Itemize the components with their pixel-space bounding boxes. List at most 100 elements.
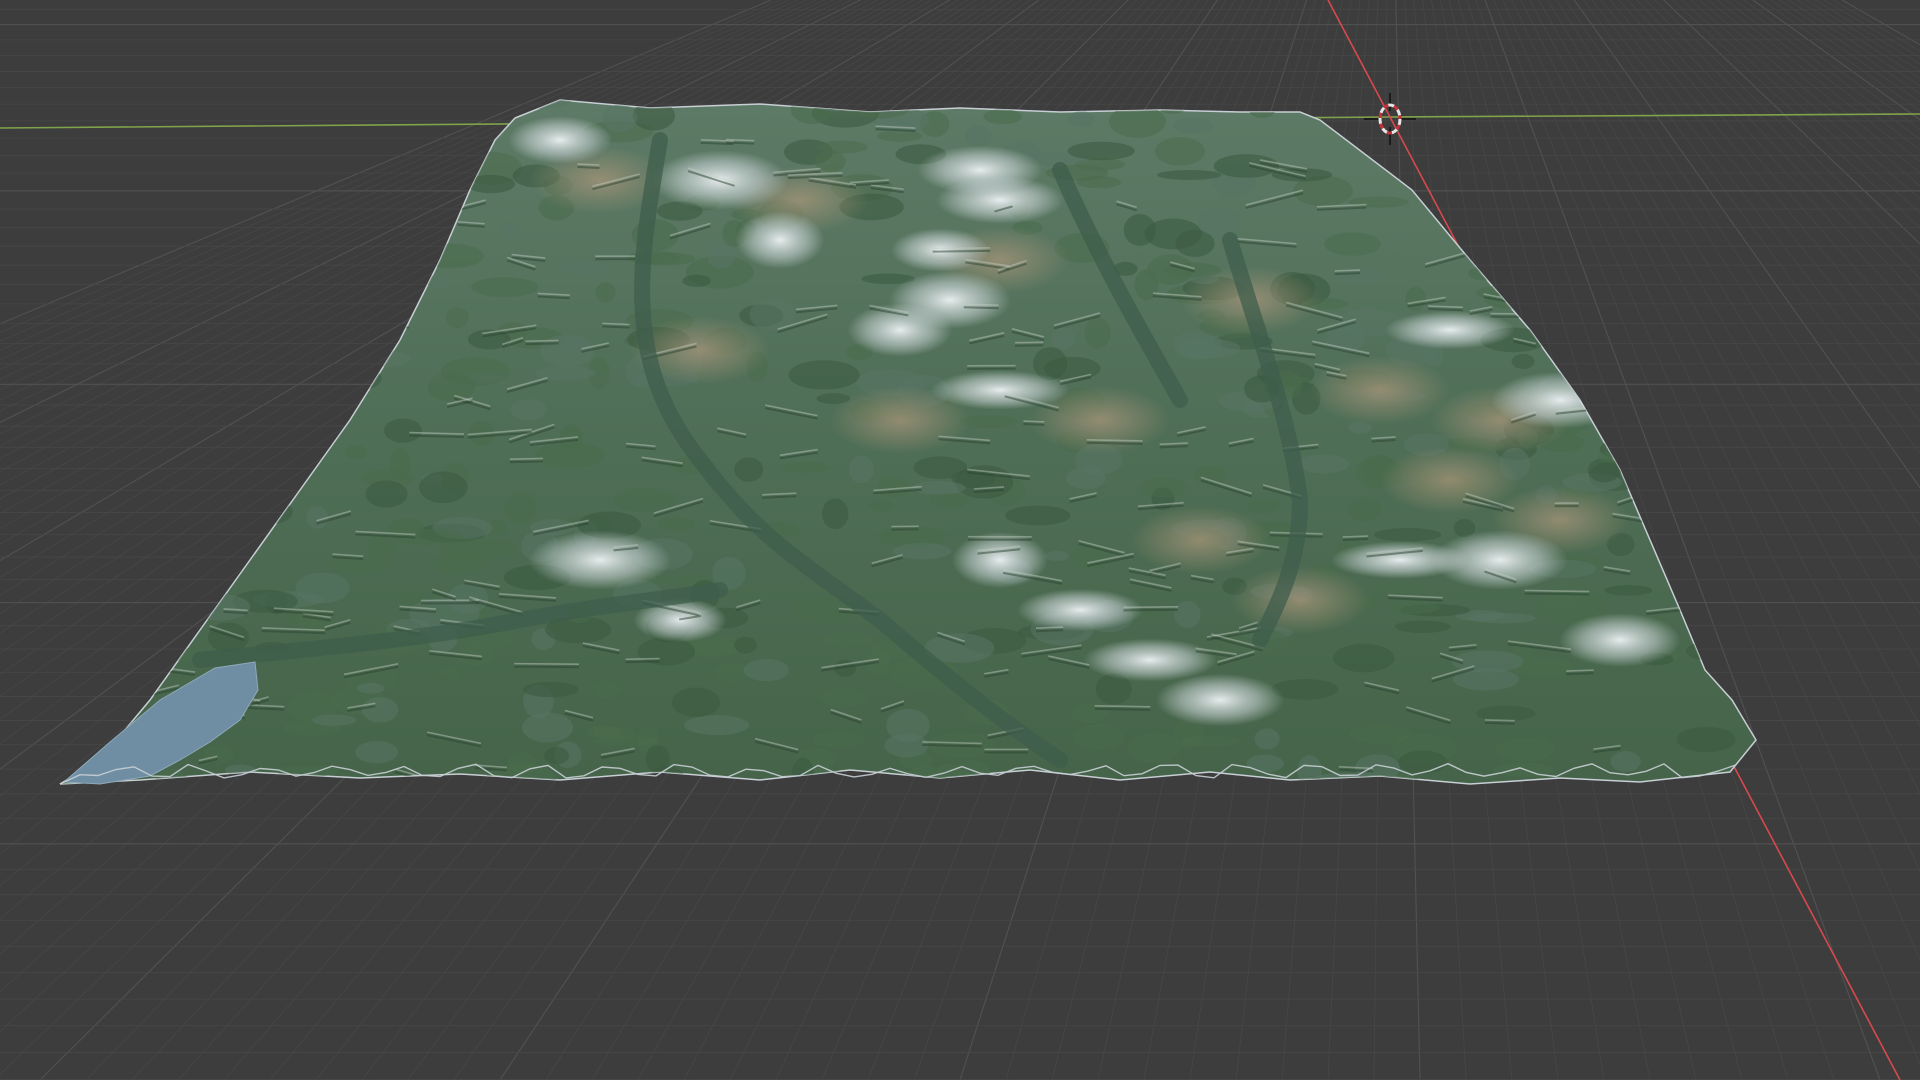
forest-patch — [499, 221, 520, 237]
forest-patch — [1718, 659, 1756, 685]
ridge-shadow — [1036, 629, 1064, 633]
forest-patch — [250, 223, 274, 239]
ridge-highlight — [1094, 705, 1151, 708]
ridge-highlight — [1530, 270, 1580, 281]
ridge-highlight — [932, 247, 991, 250]
grid-line — [1761, 0, 1920, 112]
grid-line — [1841, 0, 1920, 46]
ridge-shadow — [1674, 259, 1732, 264]
forest-patch — [1297, 755, 1322, 784]
forest-patch — [200, 408, 225, 426]
forest-patch — [297, 426, 327, 459]
ridge-highlight — [1687, 483, 1726, 495]
forest-patch — [602, 104, 638, 133]
ridge-highlight — [182, 131, 206, 134]
forest-patch — [61, 175, 108, 204]
ridge-highlight — [1123, 606, 1179, 609]
forest-patch — [344, 445, 368, 459]
forest-patch — [781, 461, 829, 473]
ridge-shadow — [1593, 148, 1643, 156]
forest-patch — [485, 763, 556, 784]
forest-patch — [1123, 214, 1156, 246]
ridge-shadow — [161, 230, 205, 239]
ridge-shadow — [1676, 522, 1700, 528]
forest-patch — [340, 212, 387, 234]
forest-patch — [1405, 286, 1426, 312]
forest-patch — [1664, 261, 1735, 283]
forest-patch — [115, 555, 150, 589]
ridge-highlight — [234, 497, 276, 504]
ridge-shadow — [377, 180, 443, 185]
forest-patch — [819, 687, 866, 708]
ridge-shadow — [1687, 486, 1726, 498]
forest-patch — [813, 731, 866, 749]
ridge-highlight — [625, 657, 660, 661]
terrain-mesh[interactable] — [32, 87, 1779, 803]
forest-patch — [369, 534, 395, 562]
forest-patch — [190, 176, 250, 208]
forest-patch — [192, 179, 226, 190]
ridge-shadow — [133, 326, 158, 335]
grid-line — [1770, 0, 1920, 103]
forest-patch — [132, 265, 181, 289]
forest-patch — [1678, 580, 1713, 608]
ridge-highlight — [514, 662, 579, 666]
forest-patch — [707, 244, 735, 269]
ridge-shadow — [1475, 189, 1534, 203]
forest-patch — [1586, 184, 1622, 206]
ridge-shadow — [602, 325, 630, 329]
3d-viewport[interactable] — [0, 0, 1920, 1080]
forest-patch — [1197, 206, 1242, 237]
snow-peak — [935, 176, 1065, 224]
forest-patch — [355, 741, 399, 764]
forest-patch — [260, 100, 283, 122]
ridge-shadow — [223, 610, 248, 615]
forest-patch — [929, 492, 969, 509]
grid-line — [1815, 0, 1920, 65]
ridge-highlight — [963, 303, 999, 307]
forest-patch — [504, 491, 537, 525]
ridge-shadow — [1590, 366, 1630, 373]
forest-patch — [185, 120, 242, 146]
forest-patch — [1718, 404, 1756, 426]
forest-patch — [1398, 750, 1448, 774]
ridge-shadow — [146, 281, 174, 292]
ridge-shadow — [1086, 441, 1143, 445]
ridge-shadow — [1094, 707, 1151, 711]
forest-patch — [1213, 154, 1279, 178]
forest-patch — [1676, 726, 1736, 753]
forest-patch — [60, 615, 93, 632]
snow-peak — [890, 228, 990, 272]
forest-patch — [848, 455, 874, 484]
forest-patch — [671, 687, 721, 718]
ridge-shadow — [932, 249, 991, 253]
ridge-highlight — [254, 145, 312, 156]
ridge-highlight — [266, 181, 317, 187]
forest-patch — [1394, 620, 1451, 633]
ridge-shadow — [1541, 218, 1586, 225]
ridge-shadow — [1023, 423, 1045, 426]
forest-patch — [1246, 754, 1284, 773]
forest-patch — [743, 659, 789, 682]
forest-patch — [138, 595, 188, 628]
forest-patch — [1067, 111, 1095, 128]
forest-patch — [1553, 332, 1587, 344]
viewport-canvas[interactable] — [0, 0, 1920, 1080]
forest-patch — [1656, 527, 1677, 541]
ridge-highlight — [161, 227, 205, 236]
ridge-highlight — [1648, 385, 1691, 399]
snow-peak — [507, 116, 613, 164]
ridge-highlight — [1676, 514, 1724, 527]
forest-patch — [1511, 353, 1535, 369]
forest-patch — [1051, 327, 1076, 349]
forest-patch — [1072, 724, 1125, 750]
forest-patch — [250, 211, 319, 238]
ridge-shadow — [1490, 315, 1555, 319]
forest-patch — [522, 681, 579, 698]
forest-patch — [218, 374, 259, 385]
forest-patch — [1647, 313, 1697, 341]
forest-patch — [1005, 505, 1071, 526]
forest-patch — [1707, 513, 1740, 546]
ridge-highlight — [1570, 356, 1598, 360]
ridge-highlight — [509, 457, 543, 460]
